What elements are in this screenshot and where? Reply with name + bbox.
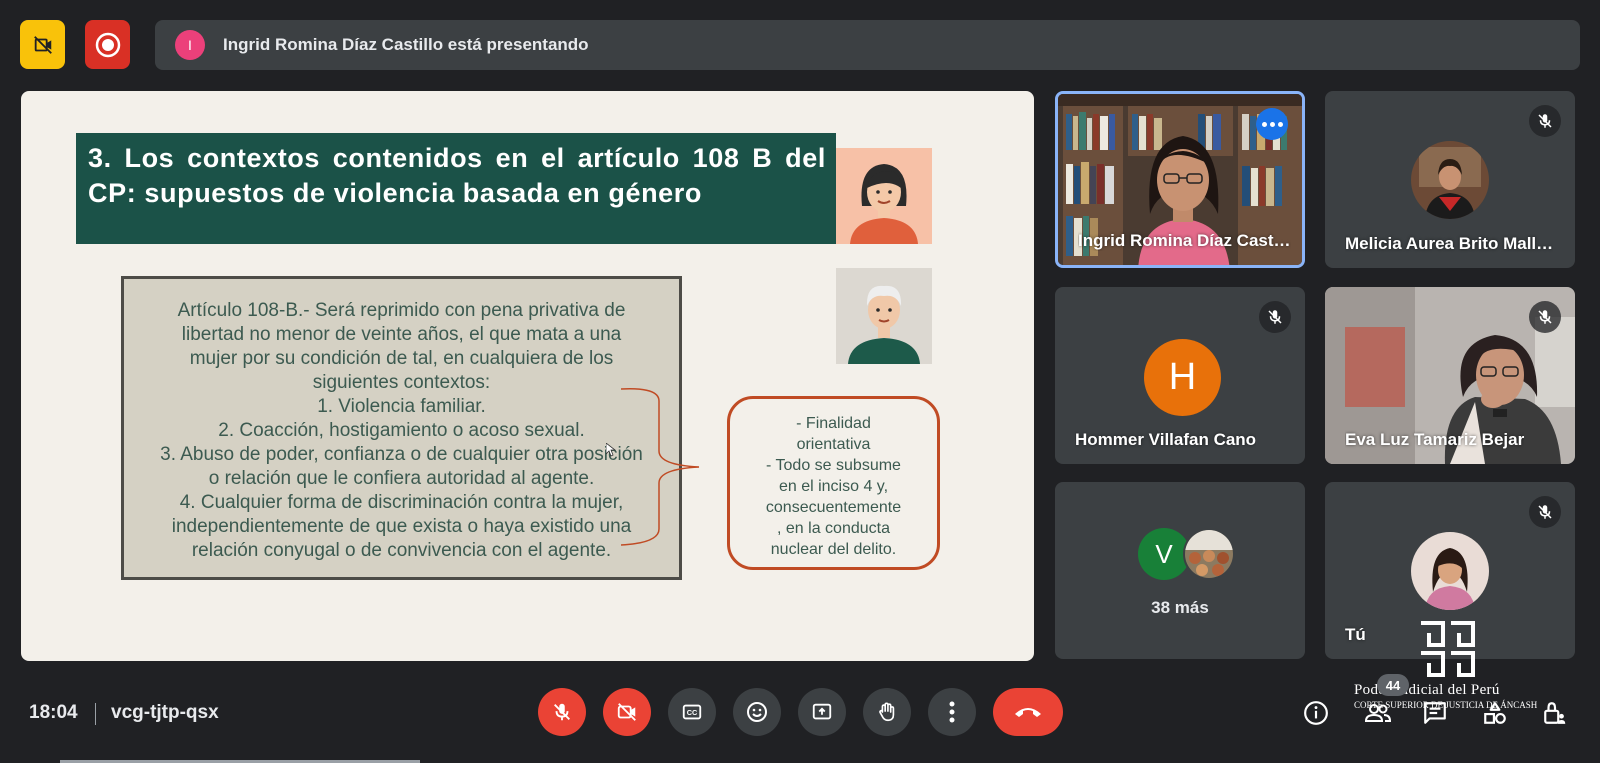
speaking-indicator-icon [1256, 108, 1288, 140]
avatar [1183, 528, 1235, 580]
article-line: independientemente de que exista o haya … [171, 516, 632, 537]
chat-icon [1424, 702, 1446, 724]
watermark-title: Poder Judicial del Perú [1354, 682, 1500, 698]
article-line: Artículo 108-B.- Será reprimido con pena… [177, 300, 626, 321]
people-icon [1364, 704, 1392, 722]
chat-button[interactable] [1421, 699, 1449, 727]
note-box: - Finalidad orientativa - Todo se subsum… [727, 396, 940, 570]
man-illustration [836, 268, 932, 364]
presenter-avatar: I [175, 30, 205, 60]
people-button[interactable] [1364, 699, 1392, 727]
leave-call-button[interactable] [993, 688, 1063, 736]
curly-bracket [621, 388, 700, 546]
article-line: 3. Abuso de poder, confianza o de cualqu… [160, 444, 643, 465]
participant-name: Tú [1345, 625, 1366, 644]
emoji-icon [747, 702, 767, 722]
meeting-details-button[interactable] [1302, 699, 1330, 727]
mouse-cursor-icon [606, 443, 616, 457]
mic-off-icon [554, 703, 570, 721]
participant-name: Ingrid Romina Díaz Cast… [1078, 231, 1291, 250]
camera-toggle-button[interactable] [603, 688, 651, 736]
poder-judicial-logo [1421, 621, 1475, 677]
meeting-code: vcg-tjtp-qsx [111, 702, 219, 723]
participant-tile-ingrid[interactable]: Ingrid Romina Díaz Cast… [1055, 91, 1305, 268]
note-line: en el inciso 4 y, [778, 478, 889, 495]
info-icon [1304, 701, 1328, 725]
microphone-toggle-button[interactable] [538, 688, 586, 736]
article-line: 4. Cualquier forma de discriminación con… [179, 492, 624, 513]
participant-count-badge: 44 [1377, 674, 1409, 696]
activities-button[interactable] [1481, 699, 1509, 727]
more-participants-tile[interactable]: V 38 más [1055, 482, 1305, 659]
captions-button[interactable]: CC [668, 688, 716, 736]
note-line: - Todo se subsume [766, 457, 901, 474]
hand-icon [879, 702, 895, 722]
article-text: Artículo 108-B.- Será reprimido con pena… [124, 299, 679, 563]
mic-off-icon [1529, 496, 1561, 528]
slide-title: 3. Los contextos contenidos en el artícu… [76, 133, 836, 244]
meeting-time: 18:04 [29, 702, 78, 723]
participant-name: Eva Luz Tamariz Bejar [1345, 430, 1525, 449]
record-icon [95, 32, 120, 57]
note-line: nuclear del delito. [770, 541, 897, 558]
avatar: H [1144, 339, 1221, 416]
participant-tile-eva[interactable]: Eva Luz Tamariz Bejar [1325, 287, 1575, 464]
note-line: - Finalidad [796, 415, 871, 432]
end-call-icon [1015, 708, 1041, 717]
shapes-icon [1484, 702, 1506, 724]
article-line: mujer por su condición de tal, en cualqu… [189, 348, 614, 369]
layout-pin-button[interactable] [20, 20, 65, 69]
no-camera-icon [33, 35, 52, 54]
participant-name: Melicia Aurea Brito Mall… [1345, 234, 1554, 253]
closed-captions-icon: CC [682, 704, 702, 720]
article-line: libertad no menor de veinte años, el que… [181, 324, 622, 345]
avatar [1411, 532, 1489, 610]
raise-hand-button[interactable] [863, 688, 911, 736]
camera-off-icon [617, 703, 636, 721]
note-line: , en la conducta [777, 520, 890, 537]
present-screen-button[interactable] [798, 688, 846, 736]
reactions-button[interactable] [733, 688, 781, 736]
note-line: consecuentemente [765, 499, 902, 516]
svg-text:CC: CC [687, 708, 698, 717]
lock-person-icon [1544, 702, 1566, 724]
article-text-box: Artículo 108-B.- Será reprimido con pena… [121, 276, 682, 580]
participant-tile-melicia[interactable]: Melicia Aurea Brito Mall… [1325, 91, 1575, 268]
note-line: orientativa [796, 436, 871, 453]
mic-off-icon [1529, 105, 1561, 137]
participant-tile-hommer[interactable]: H Hommer Villafan Cano [1055, 287, 1305, 464]
host-controls-button[interactable] [1541, 699, 1569, 727]
mic-off-icon [1529, 301, 1561, 333]
participant-name: Hommer Villafan Cano [1075, 430, 1257, 449]
article-line: siguientes contextos: [312, 372, 491, 393]
more-participants-label: 38 más [1151, 598, 1209, 617]
article-line: o relación que le confiera autoridad al … [208, 468, 595, 489]
article-line: 1. Violencia familiar. [317, 396, 486, 417]
presenting-text: Ingrid Romina Díaz Castillo está present… [223, 35, 589, 54]
more-vert-icon [949, 701, 955, 723]
mic-off-icon [1259, 301, 1291, 333]
recording-button[interactable] [85, 20, 130, 69]
more-options-button[interactable] [928, 688, 976, 736]
present-icon [812, 703, 832, 720]
avatar [1411, 141, 1489, 219]
article-line: relación conyugal o de convivencia con e… [191, 540, 612, 561]
woman-illustration [836, 148, 932, 244]
presentation-slide: 3. Los contextos contenidos en el artícu… [21, 91, 1034, 661]
article-line: 2. Coacción, hostigamiento o acoso sexua… [218, 420, 585, 441]
divider [95, 703, 96, 725]
presenting-banner: I Ingrid Romina Díaz Castillo está prese… [155, 20, 1580, 70]
